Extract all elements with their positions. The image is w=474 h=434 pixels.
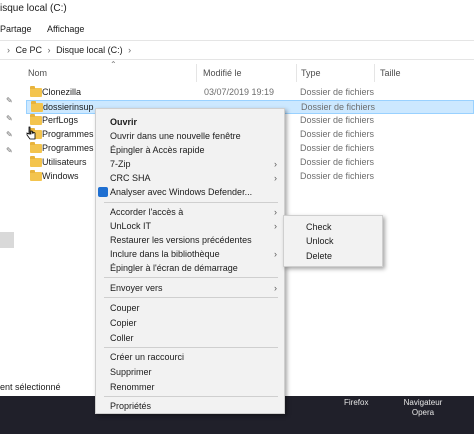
pin-icon: ✎ — [6, 146, 13, 155]
file-name: PerfLogs — [42, 115, 79, 125]
ribbon-tabs: Partage Affichage — [0, 22, 474, 38]
menu-item-pin-quick-access[interactable]: Épingler à Accès rapide — [110, 145, 205, 155]
breadcrumb: › Ce PC › Disque local (C:) › — [4, 45, 134, 55]
submenu-item-unlock[interactable]: Unlock — [306, 236, 334, 246]
context-menu: Ouvrir Ouvrir dans une nouvelle fenêtre … — [95, 108, 285, 414]
menu-item-rename[interactable]: Renommer — [110, 382, 155, 392]
submenu-item-delete[interactable]: Delete — [306, 251, 332, 261]
chevron-right-icon: › — [274, 173, 277, 183]
file-type: Dossier de fichiers — [301, 102, 376, 112]
chevron-right-icon: › — [274, 159, 277, 169]
file-type: Dossier de fichiers — [300, 129, 375, 139]
submenu-item-check[interactable]: Check — [306, 222, 332, 232]
file-name: Utilisateurs — [42, 157, 87, 167]
taskbar-opera[interactable]: Navigateur Opera — [398, 398, 448, 418]
sort-up-icon: ⌃ — [110, 60, 117, 69]
menu-item-restore-versions[interactable]: Restaurer les versions précédentes — [110, 235, 252, 245]
menu-separator — [104, 396, 278, 397]
menu-item-crc-sha[interactable]: CRC SHA — [110, 173, 151, 183]
chevron-right-icon: › — [47, 45, 51, 55]
taskbar-opera-line2: Opera — [411, 408, 435, 417]
menu-item-include-library[interactable]: Inclure dans la bibliothèque — [110, 249, 220, 259]
hand-cursor-icon — [26, 126, 36, 140]
file-type: Dossier de fichiers — [300, 87, 375, 97]
file-name: dossierinsup — [43, 102, 94, 112]
menu-separator — [104, 202, 278, 203]
column-type[interactable]: Type — [301, 68, 321, 78]
menu-item-delete[interactable]: Supprimer — [110, 367, 152, 377]
taskbar-opera-line1: Navigateur — [403, 398, 443, 407]
address-bar[interactable]: › Ce PC › Disque local (C:) › — [0, 40, 474, 60]
taskbar-firefox[interactable]: Firefox — [344, 398, 368, 408]
menu-item-copy[interactable]: Copier — [110, 318, 137, 328]
menu-item-defender-label: Analyser avec Windows Defender... — [110, 187, 253, 197]
menu-item-create-shortcut[interactable]: Créer un raccourci — [110, 352, 184, 362]
chevron-right-icon: › — [274, 221, 277, 231]
chevron-right-icon: › — [274, 249, 277, 259]
column-name[interactable]: Nom — [28, 68, 47, 78]
column-divider[interactable] — [296, 64, 297, 82]
pin-icon: ✎ — [6, 130, 13, 139]
menu-item-7zip[interactable]: 7-Zip — [110, 159, 131, 169]
breadcrumb-this-pc[interactable]: Ce PC — [16, 45, 43, 55]
tab-affichage[interactable]: Affichage — [47, 24, 84, 34]
file-type: Dossier de fichiers — [300, 143, 375, 153]
pin-icon: ✎ — [6, 114, 13, 123]
column-size[interactable]: Taille — [380, 68, 401, 78]
file-name: Programmes — [42, 129, 94, 139]
file-type: Dossier de fichiers — [300, 115, 375, 125]
breadcrumb-local-disk[interactable]: Disque local (C:) — [56, 45, 123, 55]
column-divider[interactable] — [196, 64, 197, 82]
file-name: Windows — [42, 171, 79, 181]
unlock-it-submenu: Check Unlock Delete — [283, 215, 383, 267]
folder-icon — [30, 170, 42, 181]
file-row[interactable]: Clonezilla 03/07/2019 19:19 Dossier de f… — [26, 86, 474, 100]
pin-icon: ✎ — [6, 96, 13, 105]
title-bar: isque local (C:) — [0, 0, 474, 22]
folder-icon — [31, 101, 43, 112]
status-text: ent sélectionné — [0, 382, 61, 392]
file-date: 03/07/2019 19:19 — [204, 87, 275, 97]
file-name: Clonezilla — [42, 87, 82, 97]
file-type: Dossier de fichiers — [300, 157, 375, 167]
shield-icon — [98, 187, 108, 197]
folder-icon — [30, 86, 42, 97]
menu-item-paste[interactable]: Coller — [110, 333, 134, 343]
menu-item-open-new-window[interactable]: Ouvrir dans une nouvelle fenêtre — [110, 131, 241, 141]
menu-separator — [104, 347, 278, 348]
navigation-pane[interactable]: ✎ ✎ ✎ ✎ — [0, 60, 20, 380]
menu-item-pin-start[interactable]: Épingler à l'écran de démarrage — [110, 263, 238, 273]
menu-item-unlock-it[interactable]: UnLock IT — [110, 221, 151, 231]
column-divider[interactable] — [374, 64, 375, 82]
file-name: Programmes — [42, 143, 94, 153]
menu-item-grant-access[interactable]: Accorder l'accès à — [110, 207, 183, 217]
menu-separator — [104, 277, 278, 278]
chevron-right-icon: › — [274, 207, 277, 217]
menu-item-cut[interactable]: Couper — [110, 303, 140, 313]
column-modified[interactable]: Modifié le — [203, 68, 242, 78]
folder-icon — [30, 142, 42, 153]
chevron-right-icon: › — [7, 45, 10, 55]
chevron-right-icon: › — [128, 45, 132, 55]
window-title: isque local (C:) — [0, 3, 67, 14]
folder-icon — [30, 114, 42, 125]
folder-icon — [30, 156, 42, 167]
nav-selected-item[interactable] — [0, 232, 14, 248]
menu-item-send-to[interactable]: Envoyer vers — [110, 283, 163, 293]
tab-partage[interactable]: Partage — [0, 24, 32, 34]
menu-separator — [104, 297, 278, 298]
chevron-right-icon: › — [274, 283, 277, 293]
file-type: Dossier de fichiers — [300, 171, 375, 181]
menu-item-open[interactable]: Ouvrir — [110, 117, 137, 127]
column-headers: ⌃ Nom Modifié le Type Taille — [20, 60, 474, 84]
menu-item-properties[interactable]: Propriétés — [110, 401, 151, 411]
menu-item-defender[interactable]: Analyser avec Windows Defender... — [96, 187, 286, 199]
